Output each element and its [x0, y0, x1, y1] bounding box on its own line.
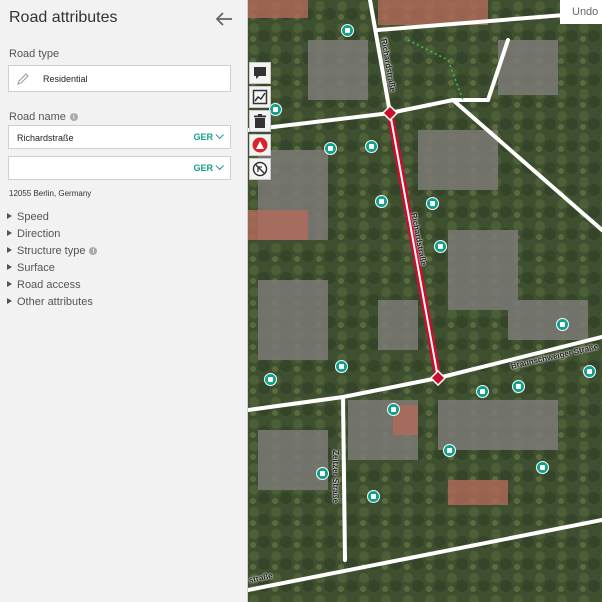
poi-shop-icon[interactable]: [426, 197, 439, 210]
road-name-label: Road name i: [9, 111, 78, 123]
poi-bar-icon[interactable]: [512, 380, 525, 393]
comment-icon: [254, 67, 266, 79]
road-work-icon: [252, 137, 268, 153]
section-surface[interactable]: Surface: [7, 262, 55, 274]
section-label: Road access: [17, 279, 81, 291]
road-type-label: Road type: [9, 48, 60, 60]
back-button[interactable]: [213, 8, 235, 30]
section-label: Surface: [17, 262, 55, 274]
caret-right-icon: [7, 230, 12, 236]
poi-shop-icon[interactable]: [476, 385, 489, 398]
chevron-down-icon: [215, 130, 224, 140]
delete-button[interactable]: [249, 110, 271, 132]
trash-icon: [254, 114, 266, 128]
road-work-button[interactable]: [249, 134, 271, 156]
comment-button[interactable]: [249, 62, 271, 84]
poi-building-icon[interactable]: [264, 373, 277, 386]
section-label: Direction: [17, 228, 61, 240]
language-value-2: GER: [193, 163, 213, 173]
poi-building-icon[interactable]: [583, 365, 596, 378]
caret-right-icon: [7, 247, 12, 253]
no-turn-icon: [252, 161, 268, 177]
section-direction[interactable]: Direction: [7, 228, 60, 240]
language-select-2[interactable]: GER: [193, 161, 224, 173]
section-speed[interactable]: Speed: [7, 211, 49, 223]
info-icon[interactable]: i: [69, 113, 78, 121]
panel-header: Road attributes: [0, 0, 248, 38]
street-label-zeitzer: Zeitzer Straße: [331, 450, 340, 503]
poi-building-icon[interactable]: [556, 318, 569, 331]
road-name-field-1[interactable]: Richardstraße GER: [8, 125, 231, 149]
image-chart-button[interactable]: [249, 86, 271, 108]
section-label: Other attributes: [17, 296, 93, 308]
section-label: Structure type: [17, 245, 86, 257]
section-other-attributes[interactable]: Other attributes: [7, 296, 93, 308]
info-icon[interactable]: i: [89, 247, 98, 255]
satellite-map: [248, 0, 602, 602]
undo-button[interactable]: Undo: [560, 0, 602, 24]
poi-building-icon[interactable]: [316, 467, 329, 480]
road-type-field[interactable]: Residential: [8, 65, 231, 92]
chevron-down-icon: [215, 161, 224, 171]
road-name-label-text: Road name: [9, 111, 66, 123]
poi-restaurant-icon[interactable]: [375, 195, 388, 208]
image-chart-icon: [252, 89, 268, 105]
address-text: 12055 Berlin, Germany: [9, 189, 92, 198]
caret-right-icon: [7, 298, 12, 304]
caret-right-icon: [7, 281, 12, 287]
poi-school-icon[interactable]: [387, 403, 400, 416]
poi-shop-icon[interactable]: [341, 24, 354, 37]
language-select-1[interactable]: GER: [193, 130, 224, 142]
road-name-field-2[interactable]: GER: [8, 156, 231, 180]
section-structure-type[interactable]: Structure type i: [7, 245, 98, 257]
poi-mail-icon[interactable]: [365, 140, 378, 153]
section-label: Speed: [17, 211, 49, 223]
poi-building-icon[interactable]: [434, 240, 447, 253]
section-road-access[interactable]: Road access: [7, 279, 81, 291]
pencil-icon: [17, 73, 29, 85]
poi-building-icon[interactable]: [324, 142, 337, 155]
caret-right-icon: [7, 264, 12, 270]
poi-restaurant-icon[interactable]: [443, 444, 456, 457]
map-canvas[interactable]: Richardstraße Richardstraße Braunschweig…: [248, 0, 602, 602]
road-type-value: Residential: [43, 74, 88, 84]
road-name-value-1: Richardstraße: [17, 133, 74, 143]
road-attributes-panel: Road attributes Road type Residential Ro…: [0, 0, 248, 602]
arrow-left-icon: [215, 12, 232, 26]
poi-bus-icon[interactable]: [367, 490, 380, 503]
poi-building-icon[interactable]: [536, 461, 549, 474]
caret-right-icon: [7, 213, 12, 219]
no-turn-button[interactable]: [249, 158, 271, 180]
panel-title: Road attributes: [9, 9, 118, 26]
poi-shop-icon[interactable]: [335, 360, 348, 373]
language-value-1: GER: [193, 132, 213, 142]
